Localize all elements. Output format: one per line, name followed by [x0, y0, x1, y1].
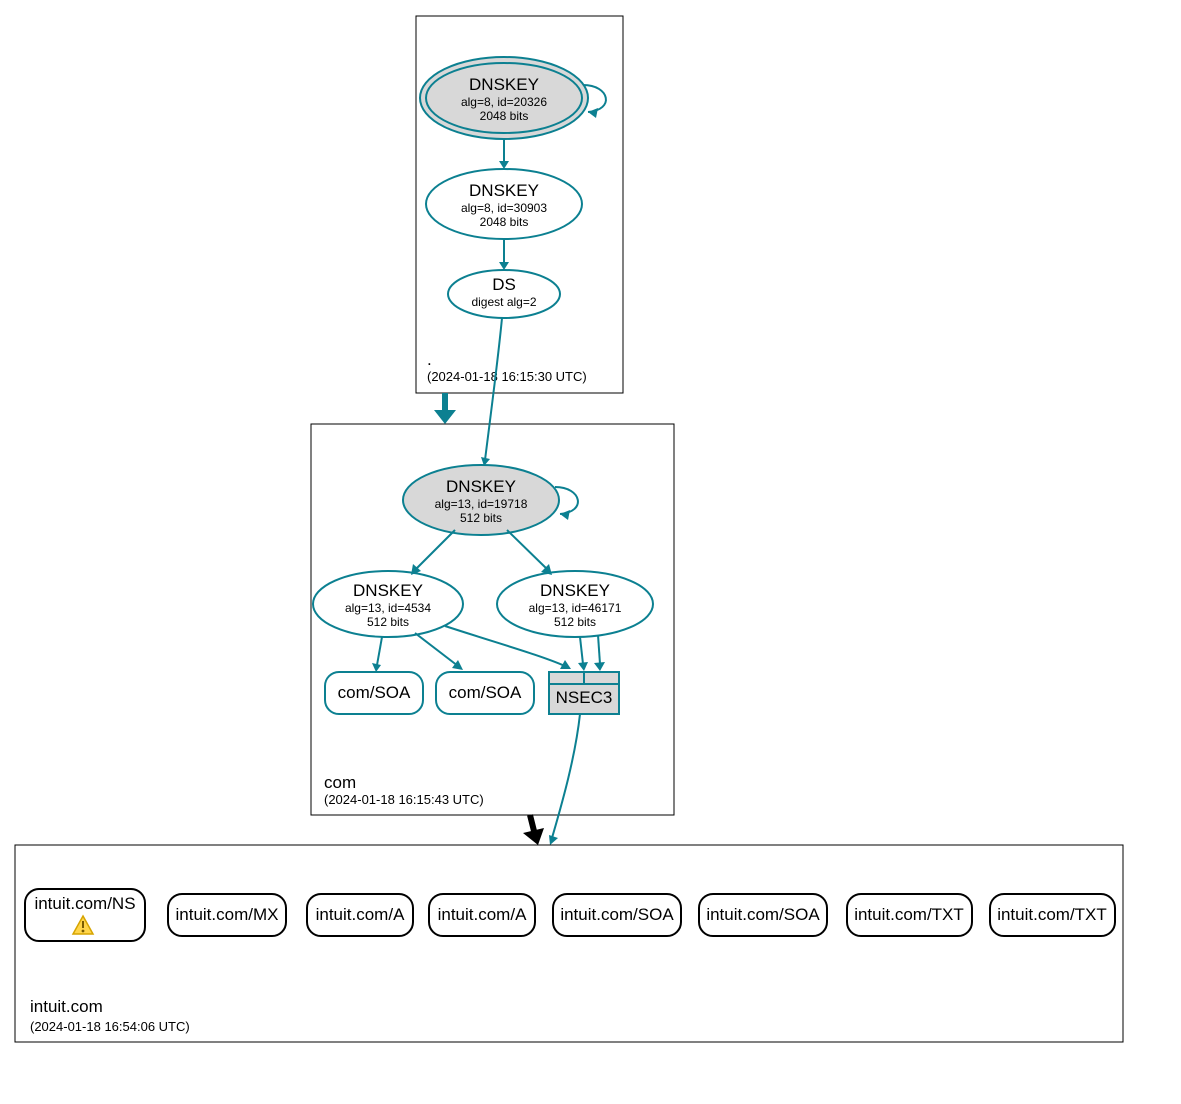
- intuit-mx-node[interactable]: intuit.com/MX: [168, 894, 286, 936]
- svg-text:intuit.com/NS: intuit.com/NS: [34, 894, 135, 913]
- zone-com-label: com: [324, 773, 356, 792]
- svg-text:DNSKEY: DNSKEY: [446, 477, 516, 496]
- svg-text:alg=8, id=20326: alg=8, id=20326: [461, 95, 547, 109]
- svg-text:DNSKEY: DNSKEY: [353, 581, 423, 600]
- svg-text:512 bits: 512 bits: [554, 615, 596, 629]
- svg-text:intuit.com/A: intuit.com/A: [316, 905, 405, 924]
- zone-intuit-time: (2024-01-18 16:54:06 UTC): [30, 1019, 190, 1034]
- svg-text:NSEC3: NSEC3: [556, 688, 613, 707]
- edge-zsk2-nsec3-b: [598, 635, 600, 664]
- com-soa1-node[interactable]: com/SOA: [325, 672, 423, 714]
- edge-zsk1-soa1: [377, 637, 382, 665]
- svg-text:com/SOA: com/SOA: [449, 683, 522, 702]
- svg-text:alg=13, id=46171: alg=13, id=46171: [529, 601, 622, 615]
- svg-text:intuit.com/SOA: intuit.com/SOA: [706, 905, 820, 924]
- intuit-txt2-node[interactable]: intuit.com/TXT: [990, 894, 1115, 936]
- intuit-txt1-node[interactable]: intuit.com/TXT: [847, 894, 972, 936]
- svg-text:digest alg=2: digest alg=2: [471, 295, 536, 309]
- svg-text:alg=13, id=4534: alg=13, id=4534: [345, 601, 431, 615]
- intuit-a2-node[interactable]: intuit.com/A: [429, 894, 535, 936]
- svg-text:DNSKEY: DNSKEY: [469, 181, 539, 200]
- root-ksk-node[interactable]: DNSKEY alg=8, id=20326 2048 bits: [420, 57, 588, 139]
- intuit-ns-node[interactable]: intuit.com/NS: [25, 889, 145, 941]
- intuit-a1-node[interactable]: intuit.com/A: [307, 894, 413, 936]
- edge-nsec3-intuit: [552, 714, 580, 838]
- edge-comksk-zsk1: [415, 530, 455, 570]
- svg-text:2048 bits: 2048 bits: [480, 215, 529, 229]
- svg-text:intuit.com/MX: intuit.com/MX: [176, 905, 279, 924]
- svg-text:512 bits: 512 bits: [367, 615, 409, 629]
- zone-com-time: (2024-01-18 16:15:43 UTC): [324, 792, 484, 807]
- intuit-soa1-node[interactable]: intuit.com/SOA: [553, 894, 681, 936]
- svg-text:intuit.com/A: intuit.com/A: [438, 905, 527, 924]
- svg-text:512 bits: 512 bits: [460, 511, 502, 525]
- svg-text:DNSKEY: DNSKEY: [540, 581, 610, 600]
- root-zsk-node[interactable]: DNSKEY alg=8, id=30903 2048 bits: [426, 169, 582, 239]
- intuit-soa2-node[interactable]: intuit.com/SOA: [699, 894, 827, 936]
- zone-intuit-box: [15, 845, 1123, 1042]
- svg-text:intuit.com/TXT: intuit.com/TXT: [854, 905, 964, 924]
- com-nsec3-node[interactable]: NSEC3: [549, 672, 619, 714]
- com-soa2-node[interactable]: com/SOA: [436, 672, 534, 714]
- edge-zsk2-nsec3: [580, 637, 583, 664]
- edge-zsk1-soa2: [415, 633, 458, 666]
- svg-text:alg=8, id=30903: alg=8, id=30903: [461, 201, 547, 215]
- com-ksk-node[interactable]: DNSKEY alg=13, id=19718 512 bits: [403, 465, 559, 535]
- svg-text:intuit.com/SOA: intuit.com/SOA: [560, 905, 674, 924]
- svg-text:DS: DS: [492, 275, 516, 294]
- zone-root-time: (2024-01-18 16:15:30 UTC): [427, 369, 587, 384]
- root-ds-node[interactable]: DS digest alg=2: [448, 270, 560, 318]
- svg-text:com/SOA: com/SOA: [338, 683, 411, 702]
- svg-text:DNSKEY: DNSKEY: [469, 75, 539, 94]
- svg-text:alg=13, id=19718: alg=13, id=19718: [435, 497, 528, 511]
- com-zsk1-node[interactable]: DNSKEY alg=13, id=4534 512 bits: [313, 571, 463, 637]
- zone-intuit-label: intuit.com: [30, 997, 103, 1016]
- dnssec-diagram: . (2024-01-18 16:15:30 UTC) DNSKEY alg=8…: [0, 0, 1181, 1104]
- svg-text:intuit.com/TXT: intuit.com/TXT: [997, 905, 1107, 924]
- edge-ds-to-comksk: [485, 318, 502, 460]
- zone-root-label: .: [427, 350, 432, 369]
- svg-text:2048 bits: 2048 bits: [480, 109, 529, 123]
- edge-comksk-zsk2: [507, 530, 548, 570]
- com-zsk2-node[interactable]: DNSKEY alg=13, id=46171 512 bits: [497, 571, 653, 637]
